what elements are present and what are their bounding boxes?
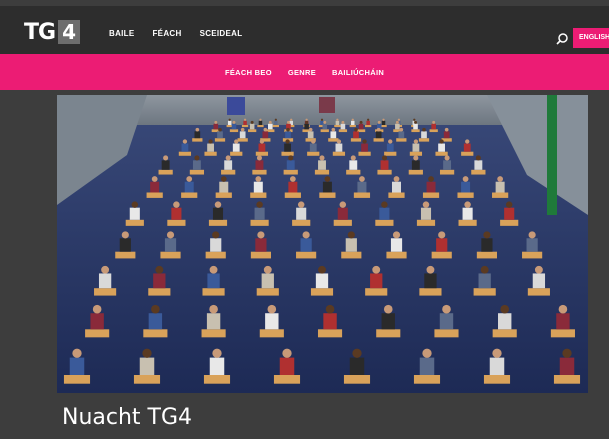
nav-item-baile[interactable]: BAILE xyxy=(109,29,135,38)
main-nav: BAILE FÉACH SCEIDEAL xyxy=(109,29,242,38)
logo-text: TG xyxy=(24,19,56,45)
hero-image[interactable] xyxy=(57,95,588,393)
sub-nav: FÉACH BEO GENRE BAILIÚCHÁIN xyxy=(0,54,609,90)
nav-item-sceideal[interactable]: SCEIDEAL xyxy=(200,29,243,38)
tg4-logo[interactable]: TG 4 xyxy=(24,19,80,45)
page-title: Nuacht TG4 xyxy=(62,405,193,430)
nav-item-feach[interactable]: FÉACH xyxy=(153,29,182,38)
language-button[interactable]: ENGLISH xyxy=(573,28,609,48)
logo-number: 4 xyxy=(58,20,80,44)
search-icon[interactable] xyxy=(555,32,569,46)
exam-hall-photo xyxy=(57,95,588,393)
subnav-item-genre[interactable]: GENRE xyxy=(288,68,316,77)
subnav-item-bailiuchain[interactable]: BAILIÚCHÁIN xyxy=(332,68,384,77)
top-bar: TG 4 BAILE FÉACH SCEIDEAL ENGLISH xyxy=(0,6,609,54)
page-frame: TG 4 BAILE FÉACH SCEIDEAL ENGLISH FÉACH … xyxy=(0,0,609,439)
subnav-item-feach-beo[interactable]: FÉACH BEO xyxy=(225,68,272,77)
